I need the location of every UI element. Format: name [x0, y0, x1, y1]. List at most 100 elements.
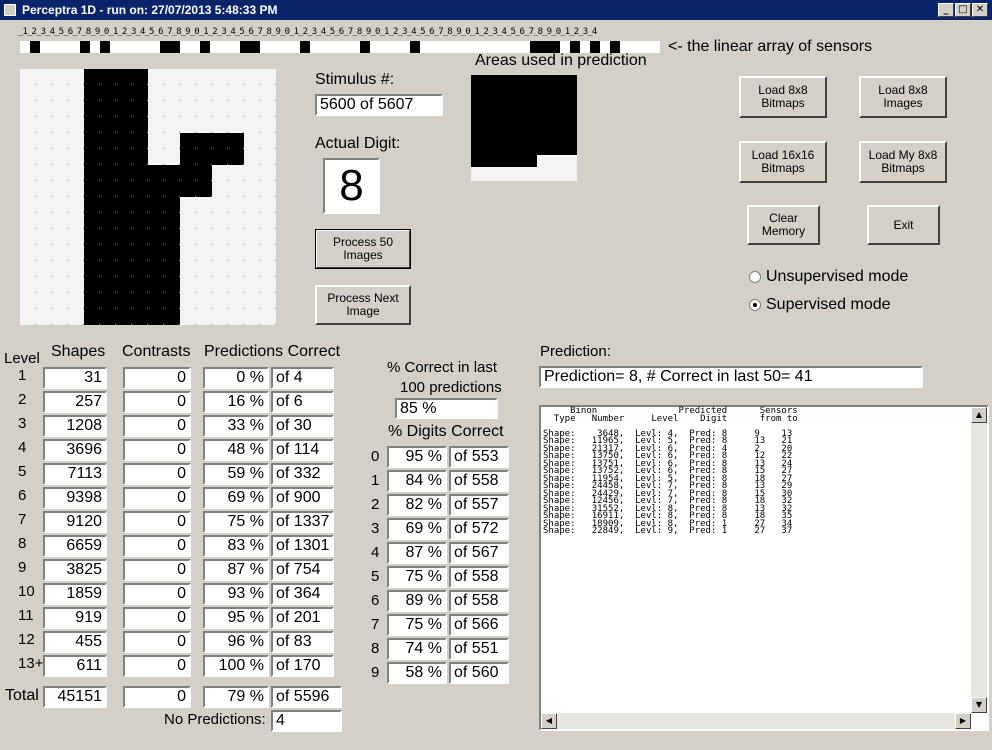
grid-dot — [131, 244, 132, 245]
load-16x16-bitmaps-button[interactable]: Load 16x16 Bitmaps — [739, 141, 827, 183]
digit-number: 5 — [371, 568, 380, 585]
unsupervised-label[interactable]: Unsupervised mode — [766, 268, 908, 286]
grid-dot — [115, 116, 116, 117]
grid-dot — [195, 148, 196, 149]
grid-dot — [147, 308, 148, 309]
load-8x8-images-button[interactable]: Load 8x8 Images — [859, 76, 947, 118]
scroll-up-icon[interactable]: ▲ — [971, 407, 987, 423]
grid-dot — [99, 84, 100, 85]
grid-dot — [99, 148, 100, 149]
grid-dot — [115, 292, 116, 293]
vertical-scrollbar[interactable] — [971, 407, 987, 713]
grid-dot — [35, 324, 36, 325]
process-next-button[interactable]: Process Next Image — [315, 285, 411, 325]
grid-dot — [147, 100, 148, 101]
predictions-of-cell: of 114 — [271, 439, 334, 461]
image-pixel — [20, 293, 52, 325]
grid-dot — [195, 260, 196, 261]
image-pixel — [212, 101, 244, 133]
grid-dot — [35, 84, 36, 85]
minimize-icon[interactable]: _ — [938, 3, 954, 17]
grid-dot — [179, 116, 180, 117]
image-pixel — [148, 261, 180, 293]
grid-dot — [259, 180, 260, 181]
digit-pct-cell: 87 % — [387, 542, 447, 564]
exit-button[interactable]: Exit — [867, 205, 940, 245]
grid-dot — [163, 132, 164, 133]
predictions-of-cell: of 900 — [271, 487, 334, 509]
predictions-pct-cell: 96 % — [203, 631, 269, 653]
grid-dot — [51, 196, 52, 197]
load-8x8-bitmaps-button[interactable]: Load 8x8 Bitmaps — [739, 76, 827, 118]
prediction-field: Prediction= 8, # Correct in last 50= 41 — [539, 366, 923, 388]
supervised-radio[interactable] — [749, 299, 761, 311]
grid-dot — [243, 180, 244, 181]
image-pixel — [52, 229, 84, 261]
stimulus-field[interactable]: 5600 of 5607 — [315, 94, 443, 116]
digit-pct-cell: 74 % — [387, 638, 447, 660]
grid-dot — [51, 228, 52, 229]
prediction-log[interactable]: Binon Predicted Sensors Type Number Leve… — [539, 405, 989, 731]
grid-dot — [51, 276, 52, 277]
unsupervised-radio[interactable] — [749, 271, 761, 283]
contrasts-cell: 0 — [123, 439, 191, 461]
grid-dot — [115, 308, 116, 309]
grid-dot — [115, 196, 116, 197]
grid-dot — [211, 84, 212, 85]
grid-dot — [67, 132, 68, 133]
digit-of-cell: of 558 — [449, 470, 509, 492]
grid-dot — [227, 164, 228, 165]
sensor-cell — [160, 41, 170, 53]
last100-field: 85 % — [395, 398, 498, 419]
scroll-left-icon[interactable]: ◀ — [541, 713, 557, 729]
clear-memory-button[interactable]: Clear Memory — [747, 205, 820, 245]
image-pixel — [180, 133, 212, 165]
grid-dot — [131, 180, 132, 181]
grid-dot — [51, 308, 52, 309]
contrasts-cell: 0 — [123, 535, 191, 557]
grid-dot — [195, 84, 196, 85]
digit-number: 8 — [371, 640, 380, 657]
grid-dot — [227, 180, 228, 181]
predictions-pct-cell: 93 % — [203, 583, 269, 605]
grid-dot — [211, 164, 212, 165]
sensor-cell — [360, 41, 370, 53]
image-pixel — [180, 261, 212, 293]
image-pixel — [244, 261, 276, 293]
total-shapes: 45151 — [43, 686, 107, 708]
grid-dot — [259, 148, 260, 149]
grid-dot — [259, 84, 260, 85]
grid-dot — [131, 212, 132, 213]
grid-dot — [259, 308, 260, 309]
grid-dot — [275, 308, 276, 309]
grid-dot — [147, 260, 148, 261]
grid-dot — [179, 292, 180, 293]
grid-dot — [243, 100, 244, 101]
grid-dot — [35, 228, 36, 229]
image-pixel — [116, 261, 148, 293]
horizontal-scrollbar[interactable] — [541, 713, 971, 729]
image-pixel — [244, 197, 276, 229]
predictions-pct-cell: 75 % — [203, 511, 269, 533]
supervised-label[interactable]: Supervised mode — [766, 296, 891, 314]
close-icon[interactable]: ✕ — [972, 3, 988, 17]
grid-dot — [275, 260, 276, 261]
grid-dot — [131, 164, 132, 165]
grid-dot — [67, 148, 68, 149]
image-pixel — [52, 69, 84, 101]
digit-number: 0 — [371, 448, 380, 465]
process-50-button[interactable]: Process 50 Images — [315, 229, 411, 269]
grid-dot — [67, 292, 68, 293]
load-my-8x8-bitmaps-button[interactable]: Load My 8x8 Bitmaps — [859, 141, 947, 183]
grid-dot — [131, 84, 132, 85]
maximize-icon[interactable]: □ — [955, 3, 971, 17]
grid-dot — [163, 116, 164, 117]
grid-dot — [243, 84, 244, 85]
scroll-down-icon[interactable]: ▼ — [971, 697, 987, 713]
grid-dot — [195, 180, 196, 181]
predictions-of-cell: of 83 — [271, 631, 334, 653]
grid-dot — [211, 308, 212, 309]
scroll-right-icon[interactable]: ▶ — [955, 713, 971, 729]
image-pixel — [212, 165, 244, 197]
grid-dot — [67, 100, 68, 101]
